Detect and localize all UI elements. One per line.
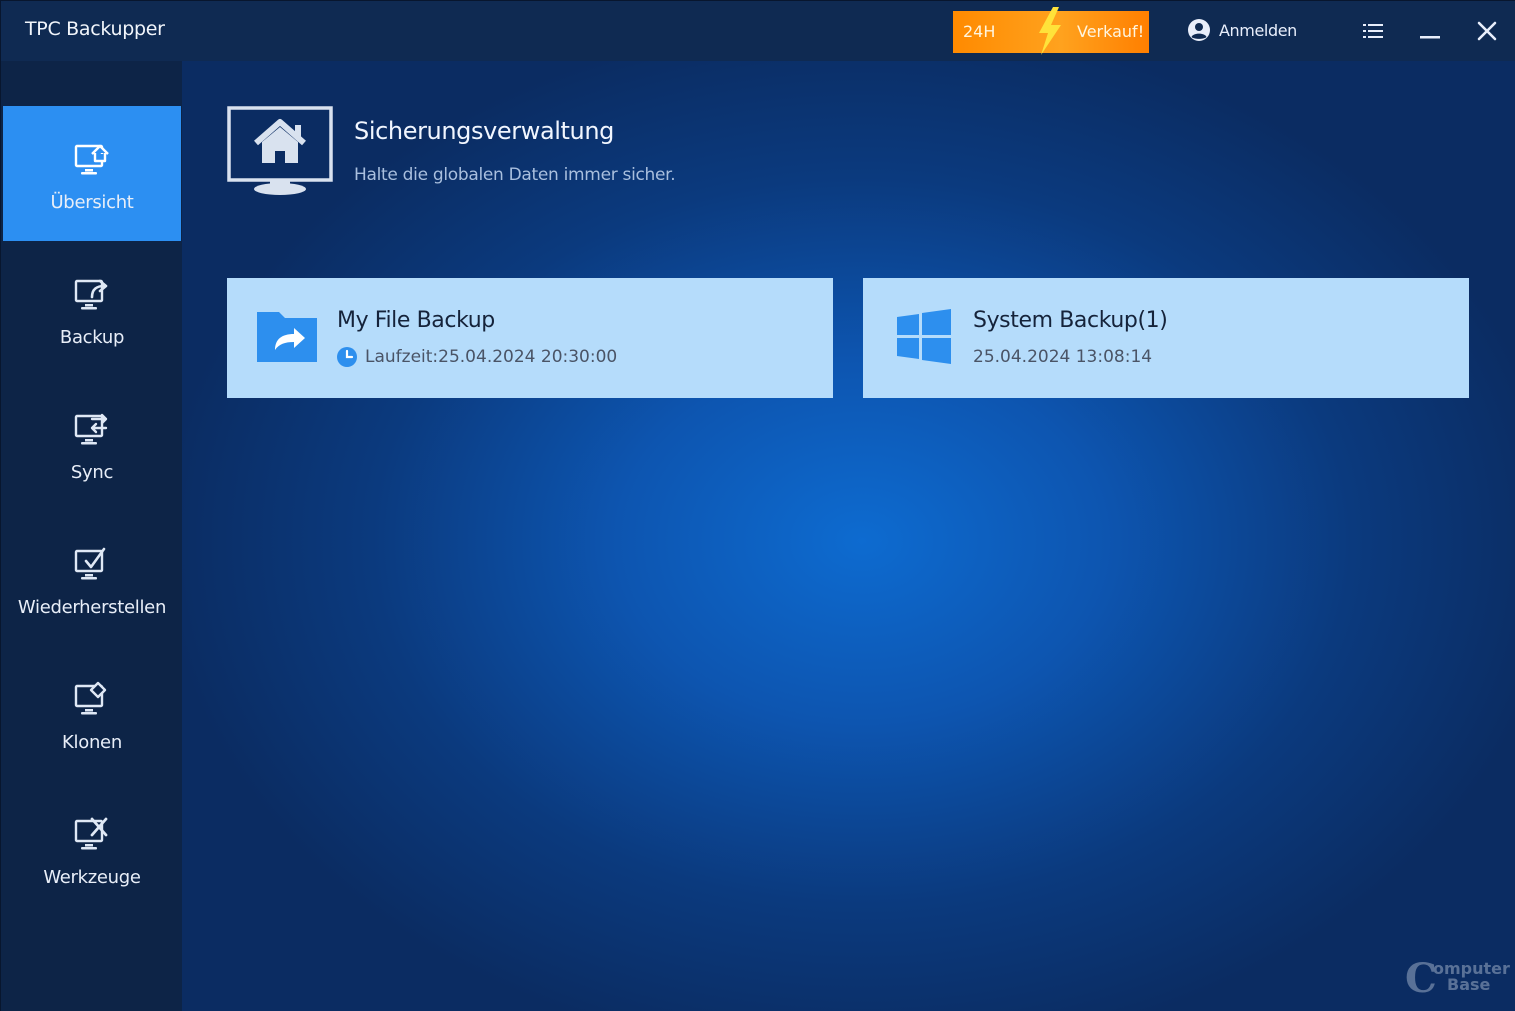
sidebar-item-backup[interactable]: Backup <box>3 241 181 376</box>
backup-monitor-icon <box>74 279 108 310</box>
user-icon <box>1188 19 1210 41</box>
promo-sale-label: Verkauf! <box>1077 22 1145 41</box>
app-window: TPC Backupper 24H Verkauf! Anmelden Über… <box>0 0 1515 1011</box>
watermark-logo: C omputer Base <box>1405 955 1510 1002</box>
sidebar-item-sync[interactable]: Sync <box>3 376 181 511</box>
card-title: My File Backup <box>337 308 495 333</box>
sidebar-item-label: Werkzeuge <box>43 867 141 888</box>
sidebar-item-overview[interactable]: Übersicht <box>3 106 181 241</box>
main-content: Sicherungsverwaltung Halte die globalen … <box>182 61 1515 1011</box>
title-bar: TPC Backupper 24H Verkauf! Anmelden <box>1 1 1515 61</box>
clone-monitor-icon <box>74 681 107 715</box>
sidebar: Übersicht Backup Sync Wiederherstellen K… <box>1 61 182 1011</box>
card-schedule: Laufzeit:25.04.2024 20:30:00 <box>337 347 617 367</box>
sidebar-item-label: Sync <box>70 462 114 483</box>
sync-monitor-icon <box>74 413 108 445</box>
backup-card-system[interactable]: System Backup(1) 25.04.2024 13:08:14 <box>863 278 1469 398</box>
login-label: Anmelden <box>1219 20 1297 40</box>
sidebar-item-tools[interactable]: Werkzeuge <box>3 781 181 916</box>
windows-logo-icon <box>897 309 951 364</box>
folder-share-icon <box>257 312 317 362</box>
app-title: TPC Backupper <box>25 18 165 40</box>
restore-monitor-icon <box>74 547 106 580</box>
home-monitor-icon <box>227 106 333 195</box>
overview-monitor-icon <box>74 144 109 175</box>
close-icon[interactable] <box>1475 19 1499 43</box>
sidebar-item-label: Klonen <box>62 732 122 753</box>
watermark-line2: Base <box>1447 975 1491 994</box>
sidebar-item-clone[interactable]: Klonen <box>3 646 181 781</box>
sidebar-item-label: Backup <box>59 327 125 348</box>
login-button[interactable]: Anmelden <box>1187 18 1297 42</box>
sidebar-item-label: Wiederherstellen <box>17 597 167 618</box>
promo-banner[interactable]: 24H Verkauf! <box>953 7 1149 55</box>
lightning-icon <box>1039 7 1061 55</box>
menu-list-icon[interactable] <box>1361 19 1385 43</box>
minimize-icon[interactable] <box>1418 19 1442 43</box>
tools-monitor-icon <box>74 817 108 850</box>
page-title: Sicherungsverwaltung <box>354 117 615 145</box>
backup-card-file[interactable]: My File Backup Laufzeit:25.04.2024 20:30… <box>227 278 833 398</box>
promo-24h-label: 24H <box>963 22 996 41</box>
card-schedule-text: Laufzeit:25.04.2024 20:30:00 <box>365 347 618 367</box>
card-timestamp: 25.04.2024 13:08:14 <box>973 347 1153 367</box>
sidebar-item-label: Übersicht <box>50 192 134 213</box>
clock-icon <box>337 347 357 367</box>
page-subtitle: Halte die globalen Daten immer sicher. <box>354 165 676 185</box>
card-title: System Backup(1) <box>973 308 1168 333</box>
sidebar-item-restore[interactable]: Wiederherstellen <box>3 511 181 646</box>
